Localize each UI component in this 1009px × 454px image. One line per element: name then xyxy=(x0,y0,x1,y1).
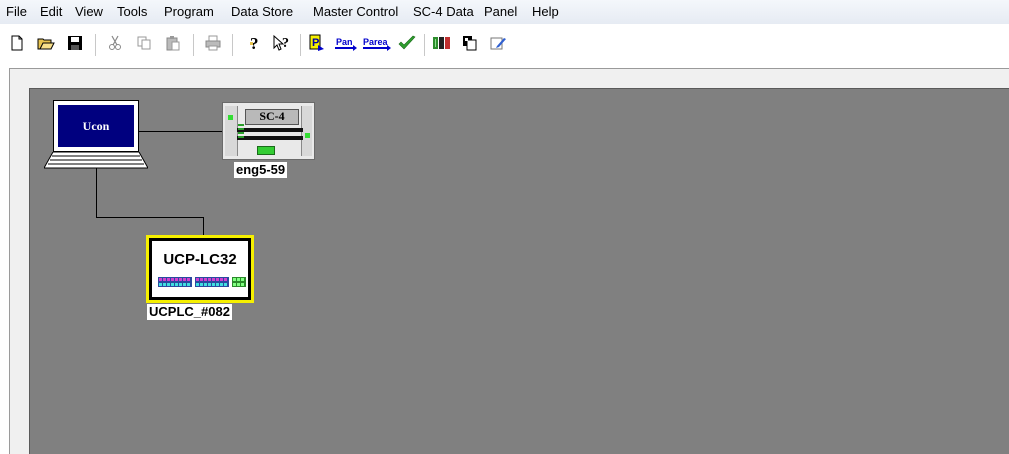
duplicate-icon[interactable] xyxy=(459,32,481,54)
sc4-device-label: eng5-59 xyxy=(234,162,288,178)
ucp-device-label: UCPLC_#082 xyxy=(147,304,232,320)
menu-view[interactable]: View xyxy=(75,4,103,19)
open-folder-icon[interactable] xyxy=(35,32,57,54)
new-file-icon[interactable] xyxy=(6,32,28,54)
sc4-status-led xyxy=(228,115,233,120)
menu-master-control[interactable]: Master Control xyxy=(313,4,398,19)
ucp-module-title: UCP-LC32 xyxy=(163,251,237,268)
sc4-bus-bar xyxy=(237,128,303,132)
print-icon[interactable] xyxy=(202,32,224,54)
toolbar-separator xyxy=(95,34,97,56)
pan-icon[interactable]: Pan xyxy=(333,32,359,54)
program-run-icon[interactable]: P xyxy=(306,32,328,54)
connection-wire xyxy=(96,168,97,218)
copy-icon[interactable] xyxy=(133,32,155,54)
sc4-port xyxy=(238,124,244,138)
sc4-controller[interactable]: SC-4 xyxy=(222,102,315,160)
toolbar-separator xyxy=(300,34,302,56)
toolbar-separator xyxy=(193,34,195,56)
menu-bar: File Edit View Tools Program Data Store … xyxy=(0,0,1009,24)
menu-edit[interactable]: Edit xyxy=(40,4,62,19)
laptop-keyboard xyxy=(44,152,148,169)
sc4-bus-bar xyxy=(237,136,303,140)
save-disk-icon[interactable] xyxy=(64,32,86,54)
pan-label: Pan xyxy=(336,37,353,47)
connection-wire xyxy=(203,217,204,236)
menu-panel[interactable]: Panel xyxy=(484,4,517,19)
connection-wire xyxy=(139,131,223,132)
ucp-lc32-module[interactable]: UCP-LC32 xyxy=(146,235,254,303)
ucon-laptop[interactable]: Ucon xyxy=(44,100,148,170)
parea-icon[interactable]: Parea xyxy=(361,32,393,54)
sc4-status-led xyxy=(305,133,310,138)
checkmark-icon[interactable] xyxy=(396,32,418,54)
sc4-title: SC-4 xyxy=(245,109,299,125)
menu-data-store[interactable]: Data Store xyxy=(231,4,293,19)
toolbar: ? ? P Pan Parea xyxy=(0,24,1009,64)
menu-file[interactable]: File xyxy=(6,4,27,19)
ucp-io-strip xyxy=(158,277,246,287)
edit-notes-icon[interactable] xyxy=(487,32,509,54)
laptop-display: Ucon xyxy=(58,105,134,147)
parea-label: Parea xyxy=(363,37,389,47)
cut-icon[interactable] xyxy=(104,32,126,54)
svg-text:?: ? xyxy=(282,36,289,51)
ucp-module-face: UCP-LC32 xyxy=(149,238,251,300)
sc4-connector xyxy=(257,146,275,155)
context-help-icon[interactable]: ? xyxy=(271,32,293,54)
paste-icon[interactable] xyxy=(162,32,184,54)
laptop-screen: Ucon xyxy=(53,100,139,152)
laptop-screen-label: Ucon xyxy=(82,118,110,133)
help-icon[interactable]: ? xyxy=(244,32,266,54)
toolbar-separator xyxy=(424,34,426,56)
menu-help[interactable]: Help xyxy=(532,4,559,19)
connection-wire xyxy=(96,217,204,218)
menu-tools[interactable]: Tools xyxy=(117,4,147,19)
module-config-icon[interactable] xyxy=(432,32,454,54)
toolbar-separator xyxy=(232,34,234,56)
menu-sc4-data[interactable]: SC-4 Data xyxy=(413,4,474,19)
menu-program[interactable]: Program xyxy=(164,4,214,19)
